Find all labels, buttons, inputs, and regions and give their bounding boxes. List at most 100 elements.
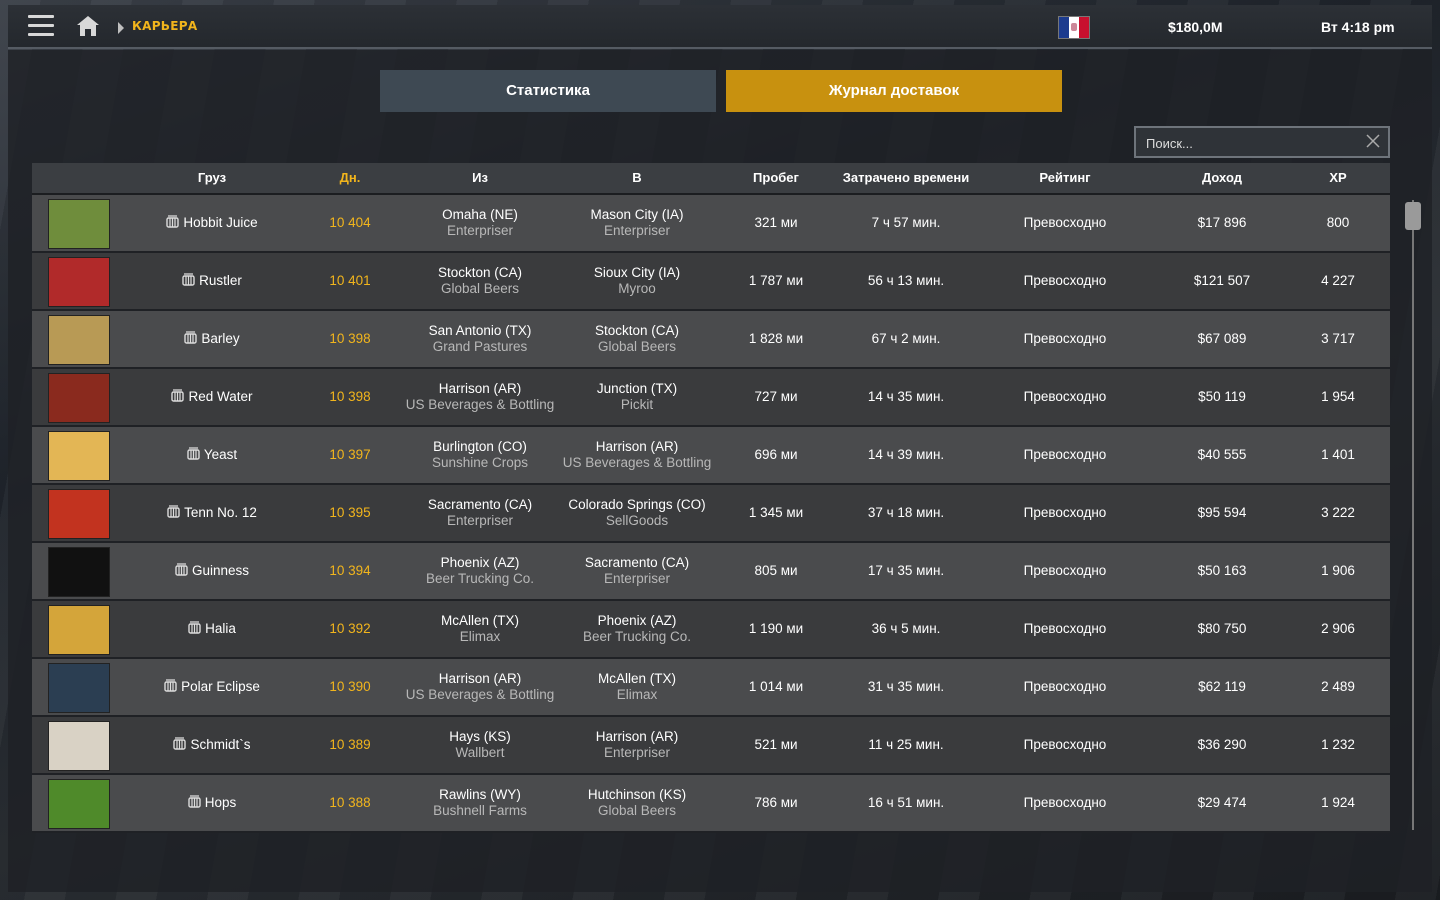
rating-cell: Превосходно <box>1023 795 1107 810</box>
cargo-name: Rustler <box>199 273 242 288</box>
days-cell: 10 397 <box>329 447 371 462</box>
to-cell: Mason City (IA) Enterpriser <box>547 207 727 238</box>
to-city: Hutchinson (KS) <box>587 787 687 802</box>
to-company: Enterpriser <box>603 571 671 586</box>
table-row[interactable]: Polar Eclipse 10 390 Harrison (AR) US Bever… <box>32 659 1390 717</box>
delivery-log-panel: Статистика Журнал доставок Груз Дн. Из В… <box>8 50 1432 892</box>
to-city: Colorado Springs (CO) <box>568 497 706 512</box>
to-city: Stockton (CA) <box>594 323 680 338</box>
col-from[interactable]: Из <box>430 170 530 185</box>
col-income[interactable]: Доход <box>1182 170 1262 185</box>
from-city: Harrison (AR) <box>438 671 522 686</box>
state-flag-icon <box>1058 16 1090 39</box>
xp-cell: 3 717 <box>1321 331 1355 346</box>
time-cell: 11 ч 25 мин. <box>868 737 944 752</box>
col-distance[interactable]: Пробег <box>736 170 816 185</box>
rating-cell: Превосходно <box>1023 563 1107 578</box>
cargo-thumbnail <box>48 431 110 481</box>
from-city: Rawlins (WY) <box>439 787 521 802</box>
col-cargo[interactable]: Груз <box>172 170 252 185</box>
to-cell: Harrison (AR) Enterpriser <box>547 729 727 760</box>
to-city: Junction (TX) <box>596 381 678 396</box>
scrollbar[interactable] <box>1405 200 1421 830</box>
table-row[interactable]: Rustler 10 401 Stockton (CA) Global Beers Si… <box>32 253 1390 311</box>
close-icon[interactable] <box>1366 134 1380 148</box>
cargo-crate-icon <box>188 795 201 808</box>
income-cell: $95 594 <box>1197 505 1247 520</box>
tab-delivery-log[interactable]: Журнал доставок <box>726 70 1062 112</box>
distance-cell: 786 ми <box>754 795 798 810</box>
time-cell: 67 ч 2 мин. <box>871 331 941 346</box>
days-cell: 10 401 <box>329 273 371 288</box>
from-cell: Harrison (AR) US Beverages & Bottling <box>390 671 570 702</box>
time-cell: 14 ч 39 мин. <box>867 447 945 462</box>
to-cell: Harrison (AR) US Beverages & Bottling <box>547 439 727 470</box>
table-row[interactable]: Guinness 10 394 Phoenix (AZ) Beer Trucking … <box>32 543 1390 601</box>
distance-cell: 521 ми <box>754 737 798 752</box>
search-box[interactable] <box>1134 126 1390 158</box>
xp-cell: 800 <box>1326 215 1350 230</box>
cargo-crate-icon <box>175 563 188 576</box>
table-row[interactable]: Schmidt`s 10 389 Hays (KS) Wallbert Harrison… <box>32 717 1390 775</box>
cargo-name: Yeast <box>203 447 238 462</box>
income-cell: $40 555 <box>1197 447 1247 462</box>
cargo-cell: Hops <box>142 795 282 810</box>
to-city: Sioux City (IA) <box>593 265 681 280</box>
breadcrumb[interactable]: КАРЬЕРА <box>132 19 197 33</box>
table-row[interactable]: Barley 10 398 San Antonio (TX) Grand Pastur… <box>32 311 1390 369</box>
col-rating[interactable]: Рейтинг <box>1015 170 1115 185</box>
days-cell: 10 388 <box>329 795 371 810</box>
from-company: Wallbert <box>455 745 505 760</box>
days-cell: 10 394 <box>329 563 371 578</box>
col-time[interactable]: Затрачено времени <box>826 170 986 185</box>
home-icon[interactable] <box>76 15 100 37</box>
xp-cell: 1 401 <box>1321 447 1355 462</box>
table-row[interactable]: Yeast 10 397 Burlington (CO) Sunshine Crops… <box>32 427 1390 485</box>
search-input[interactable] <box>1144 133 1358 153</box>
distance-cell: 696 ми <box>754 447 798 462</box>
table-row[interactable]: Tenn No. 12 10 395 Sacramento (CA) Enterpri… <box>32 485 1390 543</box>
from-cell: Stockton (CA) Global Beers <box>390 265 570 296</box>
from-cell: Phoenix (AZ) Beer Trucking Co. <box>390 555 570 586</box>
from-city: Burlington (CO) <box>433 439 527 454</box>
scroll-thumb[interactable] <box>1405 202 1421 230</box>
table-row[interactable]: Hops 10 388 Rawlins (WY) Bushnell Farms Hutc… <box>32 775 1390 833</box>
menu-icon[interactable] <box>28 15 54 37</box>
xp-cell: 2 906 <box>1321 621 1355 636</box>
cargo-cell: Tenn No. 12 <box>142 505 282 520</box>
table-row[interactable]: Red Water 10 398 Harrison (AR) US Beverages… <box>32 369 1390 427</box>
col-days[interactable]: Дн. <box>320 170 380 185</box>
rating-cell: Превосходно <box>1023 679 1107 694</box>
col-xp[interactable]: XP <box>1308 170 1368 185</box>
income-cell: $50 163 <box>1197 563 1247 578</box>
to-company: Enterpriser <box>603 745 671 760</box>
days-cell: 10 404 <box>329 215 371 230</box>
cargo-cell: Red Water <box>142 389 282 404</box>
col-to[interactable]: В <box>587 170 687 185</box>
from-cell: Sacramento (CA) Enterpriser <box>390 497 570 528</box>
from-company: Enterpriser <box>446 513 514 528</box>
distance-cell: 1 345 ми <box>748 505 804 520</box>
cargo-name: Polar Eclipse <box>181 679 260 694</box>
from-cell: Hays (KS) Wallbert <box>390 729 570 760</box>
to-company: Global Beers <box>597 803 677 818</box>
from-city: San Antonio (TX) <box>428 323 532 338</box>
to-company: Beer Trucking Co. <box>582 629 692 644</box>
top-bar: КАРЬЕРА $180,0M Вт 4:18 pm <box>8 5 1432 49</box>
from-company: Sunshine Crops <box>431 455 529 470</box>
table-row[interactable]: Hobbit Juice 10 404 Omaha (NE) Enterpriser M… <box>32 195 1390 253</box>
to-cell: Phoenix (AZ) Beer Trucking Co. <box>547 613 727 644</box>
days-cell: 10 398 <box>329 389 371 404</box>
cargo-crate-icon <box>184 331 198 344</box>
rating-cell: Превосходно <box>1023 505 1107 520</box>
cargo-cell: Hobbit Juice <box>142 215 282 230</box>
xp-cell: 4 227 <box>1321 273 1355 288</box>
income-cell: $80 750 <box>1197 621 1247 636</box>
to-cell: Sioux City (IA) Myroo <box>547 265 727 296</box>
cargo-name: Hobbit Juice <box>183 215 258 230</box>
to-company: SellGoods <box>605 513 669 528</box>
table-row[interactable]: Halia 10 392 McAllen (TX) Elimax Phoenix (AZ… <box>32 601 1390 659</box>
xp-cell: 2 489 <box>1321 679 1355 694</box>
tab-statistics[interactable]: Статистика <box>380 70 716 112</box>
income-cell: $50 119 <box>1198 389 1246 404</box>
